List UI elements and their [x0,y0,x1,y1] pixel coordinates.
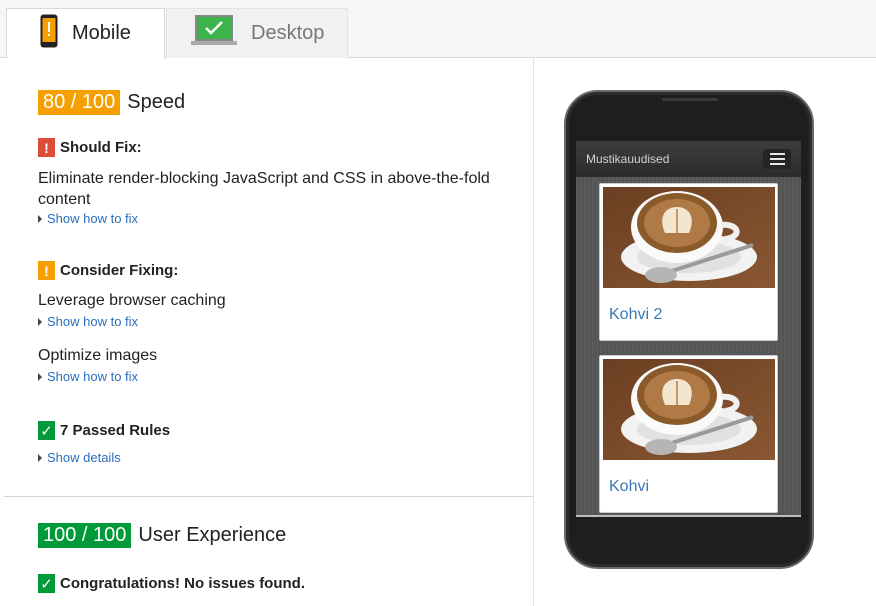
article-card-1[interactable]: Kohvi 2 [599,183,778,341]
rule-browser-caching: Leverage browser caching [38,292,226,309]
app-title: Mustikauudised [586,152,670,166]
passed-rules-header: ✓ 7 Passed Rules [38,421,170,440]
ux-message: ✓ Congratulations! No issues found. [38,574,305,593]
consider-fixing-header: ! Consider Fixing: [38,261,178,280]
expand-triangle-icon [38,317,42,326]
checkmark-icon: ✓ [38,574,55,593]
coffee-image [603,187,775,288]
expand-triangle-icon [38,214,42,223]
should-fix-label: Should Fix: [60,139,142,156]
tab-bar: Mobile Desktop [0,0,876,59]
screen-edge [576,515,801,517]
hamburger-menu-icon[interactable] [763,149,791,169]
card-title: Kohvi 2 [609,306,663,323]
consider-fixing-label: Consider Fixing: [60,262,179,279]
passed-rules-label: 7 Passed Rules [60,422,171,439]
link-label: Show details [47,450,121,465]
tab-desktop-label: Desktop [251,22,325,44]
speed-label: Speed [127,91,186,113]
article-card-2[interactable]: Kohvi [599,355,778,513]
speed-score-row: 80 / 100 Speed [38,90,185,115]
speed-score-badge: 80 / 100 [38,90,121,115]
link-label: Show how to fix [47,314,139,329]
tab-mobile[interactable]: Mobile [6,8,165,59]
desktop-monitor-icon [191,14,237,53]
show-how-to-fix-link-1[interactable]: Show how to fix [38,211,138,226]
should-fix-header: ! Should Fix: [38,138,142,157]
ux-message-label: Congratulations! No issues found. [60,575,306,592]
mobile-phone-icon [40,14,58,54]
exclamation-icon: ! [38,261,55,280]
tab-desktop[interactable]: Desktop [166,8,348,58]
link-label: Show how to fix [47,369,139,384]
show-details-link[interactable]: Show details [38,450,121,465]
app-bar: Mustikauudised [576,141,801,177]
show-how-to-fix-link-2[interactable]: Show how to fix [38,314,138,329]
checkmark-icon: ✓ [38,421,55,440]
expand-triangle-icon [38,453,42,462]
rule-render-blocking: Eliminate render-blocking JavaScript and… [38,170,490,208]
rule-optimize-images: Optimize images [38,347,158,364]
expand-triangle-icon [38,372,42,381]
phone-speaker [662,98,718,101]
panel-divider [533,58,534,606]
tab-mobile-label: Mobile [72,22,131,44]
exclamation-icon: ! [38,138,55,157]
ux-label: User Experience [138,524,287,546]
link-label: Show how to fix [47,211,139,226]
phone-screen: Mustikauudised Kohvi 2 Kohvi [576,141,801,516]
section-divider [4,496,533,497]
ux-score-badge: 100 / 100 [38,523,132,548]
ux-score-row: 100 / 100 User Experience [38,523,286,548]
coffee-image [603,359,775,460]
card-title: Kohvi [609,478,650,495]
show-how-to-fix-link-3[interactable]: Show how to fix [38,369,138,384]
